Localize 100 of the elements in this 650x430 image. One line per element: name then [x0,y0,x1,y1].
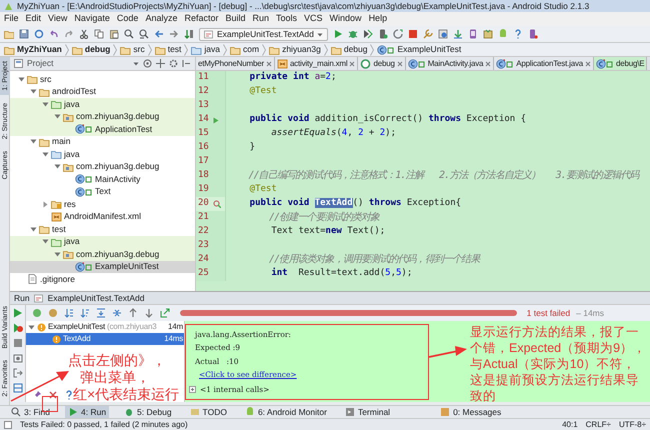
tree-item[interactable]: androidTest [10,86,195,98]
breadcrumb-item[interactable]: MyZhiYuan [17,43,62,56]
menu-item[interactable]: Help [368,12,388,26]
exit-icon[interactable] [12,368,22,378]
editor-tab[interactable]: etMyPhoneNumber [196,57,275,70]
expand-all-icon[interactable] [96,308,106,318]
menu-item[interactable]: Window [330,12,362,26]
tree-item[interactable]: res [10,198,195,210]
menu-item[interactable]: VCS [304,12,323,26]
menu-item[interactable]: File [4,12,19,26]
expanded-arrow-icon[interactable] [28,324,35,330]
breadcrumb-item[interactable]: zhiyuan3g [282,43,321,56]
avd-manager-icon[interactable] [468,29,478,39]
target-icon[interactable] [143,59,152,68]
tree-item[interactable]: MainActivity [10,173,195,186]
tree-item[interactable]: .gitignore [10,273,195,286]
class-icon[interactable] [377,44,396,54]
run-test-icon[interactable] [213,116,219,124]
tree-item[interactable]: com.zhiyuan3g.debug [10,110,195,123]
close-icon[interactable] [485,60,492,66]
forward-icon[interactable] [169,29,179,39]
tests-passed-icon[interactable] [32,308,42,318]
export-icon[interactable] [160,308,170,318]
close-icon[interactable] [349,60,356,66]
hide-panel-icon[interactable] [182,59,191,68]
gear-icon[interactable] [169,59,178,68]
collapsed-arrow-icon[interactable] [42,200,49,208]
run-icon[interactable] [332,29,343,39]
menu-item[interactable]: Build [225,12,246,26]
breadcrumb-item[interactable]: com [243,43,260,56]
tree-item[interactable]: AndroidManifest.xml [10,210,195,223]
tree-item[interactable]: ExampleUnitTest [10,260,195,273]
editor-tab[interactable]: debug [358,57,406,70]
breadcrumb-item[interactable]: src [133,43,145,56]
search-icon[interactable] [124,29,134,39]
collapse-all-icon[interactable] [112,308,122,318]
menu-item[interactable]: Edit [26,12,42,26]
sdk-download-icon[interactable] [452,29,463,39]
up-arrow-icon[interactable] [128,308,138,318]
menu-item[interactable]: Run [252,12,270,26]
debug-icon[interactable] [348,29,358,39]
tree-item[interactable]: com.zhiyuan3g.debug [10,160,195,173]
status-item[interactable]: CRLF÷ [586,418,611,430]
menu-item[interactable]: Tools [276,12,298,26]
stop-icon[interactable] [408,29,418,39]
status-item[interactable]: 40:1 [562,418,578,430]
tree-item[interactable]: java [10,148,195,160]
close-icon[interactable] [396,60,403,66]
back-icon[interactable] [154,29,164,39]
menu-item[interactable]: Code [116,12,138,26]
undo-icon[interactable] [49,29,59,39]
tree-item[interactable]: ApplicationTest [10,123,195,136]
breadcrumb-item[interactable]: debug [344,43,368,56]
breadcrumb-item[interactable]: debug [84,43,110,56]
tree-item[interactable]: main [10,136,195,148]
test-tree-item[interactable]: TextAdd 14ms [26,333,184,345]
tree-item[interactable]: Text [10,186,195,198]
redo-icon[interactable] [64,29,74,39]
breadcrumb-item[interactable]: java [204,43,220,56]
replace-icon[interactable] [139,29,149,39]
build-icon[interactable] [184,29,194,39]
test-tree-item[interactable]: ExampleUnitTest (com.zhiyuan3 14m [26,321,184,333]
run-configuration-dropdown[interactable]: ExampleUnitTest.TextAdd [199,28,328,40]
close-icon[interactable] [48,390,58,400]
menu-item[interactable]: Navigate [74,12,110,26]
save-icon[interactable] [19,29,29,39]
tree-item[interactable]: src [10,73,195,86]
open-folder-icon[interactable] [4,29,14,39]
expand-fold-icon[interactable] [189,386,196,394]
menu-item[interactable]: View [48,12,68,26]
cut-icon[interactable] [79,29,89,39]
editor-tab[interactable]: debug\E [594,57,648,70]
tree-item[interactable]: test [10,223,195,236]
breadcrumb-item[interactable]: ExampleUnitTest [397,43,462,56]
menu-item[interactable]: Analyze [145,12,178,26]
stop-icon[interactable] [12,338,22,348]
collapse-icon[interactable] [156,59,165,68]
tool-window-tab[interactable]: 4: Run [65,406,110,418]
sort-duration-icon[interactable] [80,308,90,318]
breadcrumb-item[interactable]: test [168,43,182,56]
status-item[interactable]: UTF-8÷ [618,418,646,430]
help-icon[interactable] [512,29,523,39]
layout-icon[interactable] [12,383,22,393]
tool-window-tab[interactable]: 5: Debug [121,406,175,418]
sort-alpha-icon[interactable] [64,308,74,318]
run-icon[interactable] [12,308,22,318]
tool-window-tab[interactable]: TODO [186,406,230,418]
camera-icon[interactable] [12,353,22,363]
tree-item[interactable]: com.zhiyuan3g.debug [10,248,195,260]
help-icon[interactable] [64,390,74,400]
paste-icon[interactable] [109,29,119,39]
tree-item[interactable]: java [10,236,195,248]
copy-icon[interactable] [94,29,104,39]
tree-item[interactable]: java [10,98,195,110]
rerun-failed-icon[interactable] [12,323,22,333]
tests-ignored-icon[interactable] [48,308,58,318]
editor-tab[interactable]: ApplicationTest.java [494,57,594,70]
editor-tab[interactable]: MainActivity.java [406,57,494,70]
close-icon[interactable] [585,60,592,66]
tool-window-tab[interactable]: 0: Messages [437,406,504,418]
